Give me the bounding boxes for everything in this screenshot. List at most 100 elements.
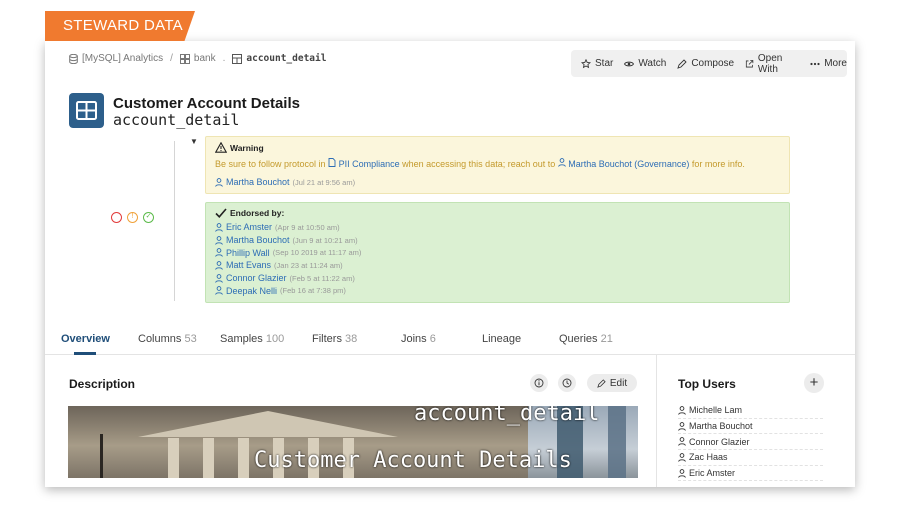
pii-compliance-link-label: PII Compliance <box>338 159 400 169</box>
warning-text-after: for more info. <box>691 159 745 169</box>
endorser-item[interactable]: Martha Bouchot (Jun 9 at 10:21 am) <box>215 234 780 247</box>
tab-samples[interactable]: Samples 100 <box>220 333 284 345</box>
ellipsis-icon <box>810 62 820 65</box>
tab-label: Samples <box>220 333 263 345</box>
endorser-name: Deepak Nelli <box>226 285 278 296</box>
tab-filters[interactable]: Filters 38 <box>312 333 357 345</box>
person-icon <box>678 453 686 462</box>
warning-status-icon[interactable]: ! <box>127 212 138 223</box>
endorser-item[interactable]: Eric Amster (Apr 9 at 10:50 am) <box>215 221 780 234</box>
banner-column <box>168 438 179 478</box>
endorser-item[interactable]: Deepak Nelli (Feb 16 at 7:38 pm) <box>215 284 780 297</box>
deprecated-status-icon[interactable] <box>111 212 122 223</box>
person-icon <box>678 437 686 447</box>
compose-label: Compose <box>691 58 735 69</box>
clock-icon <box>562 378 572 388</box>
person-icon <box>215 222 223 232</box>
endorser-item[interactable]: Matt Evans (Jan 23 at 11:24 am) <box>215 259 780 272</box>
pii-compliance-link[interactable]: PII Compliance <box>328 158 402 169</box>
person-icon <box>215 261 223 270</box>
tab-label: Columns <box>138 333 182 345</box>
person-icon <box>557 158 566 167</box>
description-banner-image: account_detail Customer Account Details <box>68 406 638 478</box>
person-icon <box>215 248 223 258</box>
tab-label: Overview <box>61 333 110 345</box>
tab-queries[interactable]: Queries 21 <box>559 333 613 345</box>
info-button[interactable] <box>530 374 548 392</box>
watch-label: Watch <box>638 58 667 69</box>
endorser-time: (Jun 9 at 10:21 am) <box>292 235 358 245</box>
more-label: More <box>824 58 847 69</box>
warning-heading: Warning <box>215 142 780 153</box>
banner-title-line-1: account_detail <box>414 406 600 426</box>
person-icon <box>678 468 686 478</box>
endorsement-heading-label: Endorsed by: <box>230 208 285 218</box>
tab-count: 53 <box>184 333 197 345</box>
person-icon <box>215 177 223 187</box>
banner-lamp <box>100 434 114 478</box>
tab-columns[interactable]: Columns 53 <box>138 333 197 345</box>
warning-text-middle: when accessing this data; reach out to <box>402 159 556 169</box>
governance-contact-link[interactable]: Martha Bouchot (Governance) <box>557 158 692 169</box>
top-user-item[interactable]: Zac Haas <box>678 450 823 466</box>
eye-icon <box>624 61 635 66</box>
star-button[interactable]: Star <box>581 58 613 69</box>
history-button[interactable] <box>558 374 576 392</box>
tab-overview[interactable]: Overview <box>61 333 110 345</box>
warning-box: Warning Be sure to follow protocol in PI… <box>205 136 790 194</box>
table-icon <box>232 53 243 64</box>
compose-button[interactable]: Compose <box>677 58 734 69</box>
endorser-time: (Feb 16 at 7:38 pm) <box>280 286 346 296</box>
top-user-item[interactable]: Martha Bouchot <box>678 419 823 435</box>
watch-button[interactable]: Watch <box>624 58 666 69</box>
edit-label: Edit <box>609 377 628 389</box>
endorser-item[interactable]: Connor Glazier (Feb 5 at 11:22 am) <box>215 272 780 285</box>
endorsement-box: Endorsed by: Eric Amster (Apr 9 at 10:50 … <box>205 202 790 303</box>
endorsement-heading: Endorsed by: <box>215 208 780 218</box>
document-icon <box>328 158 336 167</box>
star-label: Star <box>595 58 614 69</box>
checkmark-icon <box>215 208 227 218</box>
banner-column <box>238 438 249 478</box>
breadcrumb-database-link[interactable]: [MySQL] Analytics <box>82 53 163 64</box>
warning-author-name: Martha Bouchot <box>226 177 290 187</box>
banner-column <box>203 438 214 478</box>
tab-label: Lineage <box>482 333 522 345</box>
top-user-item[interactable]: Connor Glazier <box>678 434 823 451</box>
open-with-button[interactable]: Open With <box>745 53 799 75</box>
page-subtitle: account_detail <box>113 111 240 129</box>
schema-icon <box>179 53 190 64</box>
add-top-user-button[interactable]: + <box>804 373 824 393</box>
tab-joins[interactable]: Joins 6 <box>401 333 436 345</box>
breadcrumb-separator: / <box>170 53 173 64</box>
breadcrumb-table: account_detail <box>246 53 327 64</box>
endorser-time: (Apr 9 at 10:50 am) <box>275 222 340 232</box>
page-title: Customer Account Details <box>113 95 300 112</box>
info-icon <box>534 378 544 388</box>
tab-bar: Overview Columns 53 Samples 100 Filters … <box>45 325 855 355</box>
panel-divider <box>656 355 657 487</box>
breadcrumb: [MySQL] Analytics / bank . account_detai… <box>69 53 326 64</box>
top-user-item[interactable]: Eric Amster <box>678 466 823 482</box>
edit-description-button[interactable]: Edit <box>587 374 637 392</box>
endorser-name: Phillip Wall <box>226 247 270 258</box>
warning-author[interactable]: Martha Bouchot (Jul 21 at 9:56 am) <box>215 177 780 187</box>
endorsed-status-icon[interactable]: ✓ <box>143 212 154 223</box>
top-users-heading: Top Users <box>678 377 736 391</box>
more-button[interactable]: More <box>810 58 847 69</box>
collapse-caret-icon[interactable]: ▼ <box>190 137 198 146</box>
warning-author-time: (Jul 21 at 9:56 am) <box>292 177 356 187</box>
top-user-name: Martha Bouchot <box>689 421 753 432</box>
tab-label: Joins <box>401 333 427 345</box>
endorser-time: (Sep 10 2019 at 11:17 am) <box>272 248 362 258</box>
person-icon <box>215 235 223 245</box>
description-heading: Description <box>69 377 136 391</box>
breadcrumb-schema-link[interactable]: bank <box>194 53 216 64</box>
open-with-label: Open With <box>757 52 783 75</box>
timeline-line <box>174 141 175 301</box>
tab-lineage[interactable]: Lineage <box>482 333 521 345</box>
top-user-item[interactable]: Michelle Lam <box>678 403 823 419</box>
warning-triangle-icon <box>215 142 227 153</box>
endorser-item[interactable]: Phillip Wall (Sep 10 2019 at 11:17 am) <box>215 246 780 259</box>
tab-count: 38 <box>345 333 358 345</box>
